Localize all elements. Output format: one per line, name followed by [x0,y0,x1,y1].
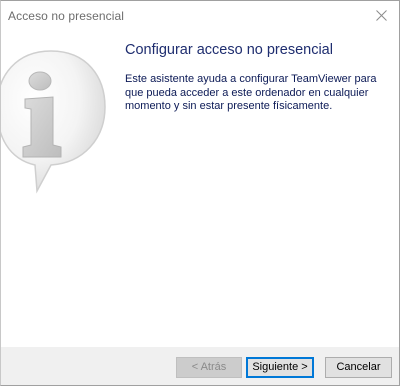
wizard-heading: Configurar acceso no presencial [125,42,333,58]
next-button[interactable]: Siguiente > [246,357,314,378]
wizard-content: Configurar acceso no presencial Este asi… [1,31,399,347]
cancel-button[interactable]: Cancelar [325,357,392,378]
back-button[interactable]: < Atrás [176,357,242,378]
wizard-description: Este asistente ayuda a configurar TeamVi… [125,73,377,112]
wizard-window: Acceso no presencial Configurar acceso n… [0,0,400,386]
button-bar: < Atrás Siguiente > Cancelar [1,347,399,385]
close-button[interactable] [365,1,399,31]
title-bar[interactable]: Acceso no presencial [1,1,399,31]
close-icon [376,10,387,21]
info-speech-bubble-icon [1,50,106,194]
window-title: Acceso no presencial [8,9,125,23]
